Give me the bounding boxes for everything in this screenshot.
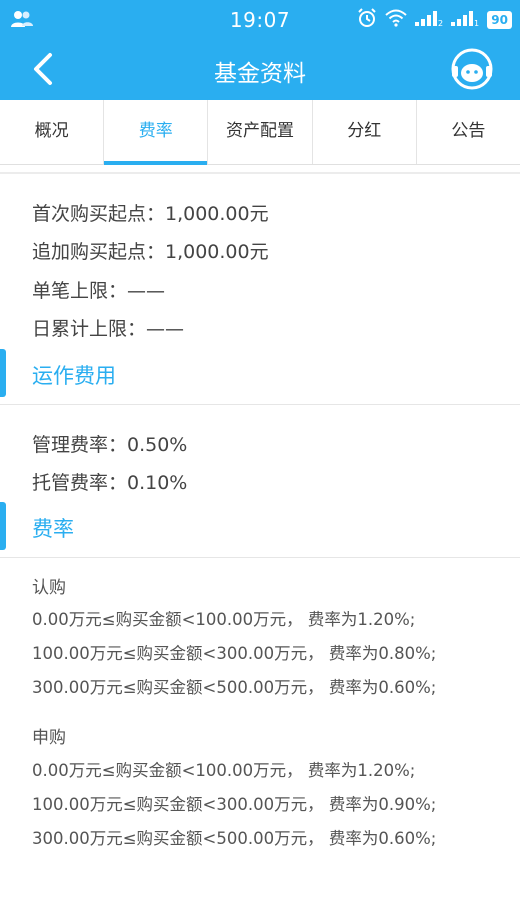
tab-overview[interactable]: 概况	[0, 100, 105, 164]
divider	[0, 172, 520, 174]
daily-purchase-limit: 日累计上限：——	[32, 318, 185, 340]
purchase-rate-line: 0.00万元≤购买金额<100.00万元， 费率为1.20%;	[32, 761, 416, 780]
first-purchase-minimum: 首次购买起点：1,000.00元	[32, 203, 269, 225]
page-title: 基金资料	[214, 61, 306, 87]
customer-service-button[interactable]	[450, 47, 494, 91]
svg-text:2: 2	[438, 19, 443, 27]
section-title: 运作费用	[32, 364, 116, 388]
purchase-rate-line: 100.00万元≤购买金额<300.00万元， 费率为0.90%;	[32, 795, 437, 814]
section-accent-bar	[0, 349, 6, 397]
purchase-rate-line: 300.00万元≤购买金额<500.00万元， 费率为0.60%;	[32, 829, 437, 848]
signal-icon: 2	[415, 9, 443, 31]
tab-bar: 概况 费率 资产配置 分红 公告	[0, 100, 520, 165]
divider	[0, 404, 520, 405]
signal-icon: 1	[451, 9, 479, 31]
battery-indicator: 90	[487, 11, 512, 29]
alarm-icon	[357, 8, 377, 32]
headset-icon	[451, 48, 493, 90]
custody-fee: 托管费率：0.10%	[32, 472, 188, 494]
section-operating-fees: 运作费用	[0, 349, 520, 397]
subscription-rate-line: 100.00万元≤购买金额<300.00万元， 费率为0.80%;	[32, 644, 437, 663]
nav-bar: 基金资料	[0, 38, 520, 100]
section-rates: 费率	[0, 502, 520, 550]
management-fee: 管理费率：0.50%	[32, 434, 188, 456]
subscription-rate-line: 0.00万元≤购买金额<100.00万元， 费率为1.20%;	[32, 610, 416, 629]
tab-announcements[interactable]: 公告	[417, 100, 520, 164]
wifi-icon	[385, 9, 407, 31]
tab-asset-allocation[interactable]: 资产配置	[208, 100, 313, 164]
svg-text:1: 1	[474, 19, 479, 27]
subscription-label: 认购	[32, 578, 66, 598]
single-purchase-limit: 单笔上限：——	[32, 280, 166, 302]
subscription-rate-line: 300.00万元≤购买金额<500.00万元， 费率为0.60%;	[32, 678, 437, 697]
status-bar: 19:07 2 1 90	[0, 0, 520, 38]
section-accent-bar	[0, 502, 6, 550]
tab-dividends[interactable]: 分红	[313, 100, 417, 164]
tab-fees[interactable]: 费率	[104, 100, 209, 165]
section-title: 费率	[32, 517, 74, 541]
divider	[0, 557, 520, 558]
purchase-label: 申购	[32, 728, 66, 748]
additional-purchase-minimum: 追加购买起点：1,000.00元	[32, 241, 269, 263]
